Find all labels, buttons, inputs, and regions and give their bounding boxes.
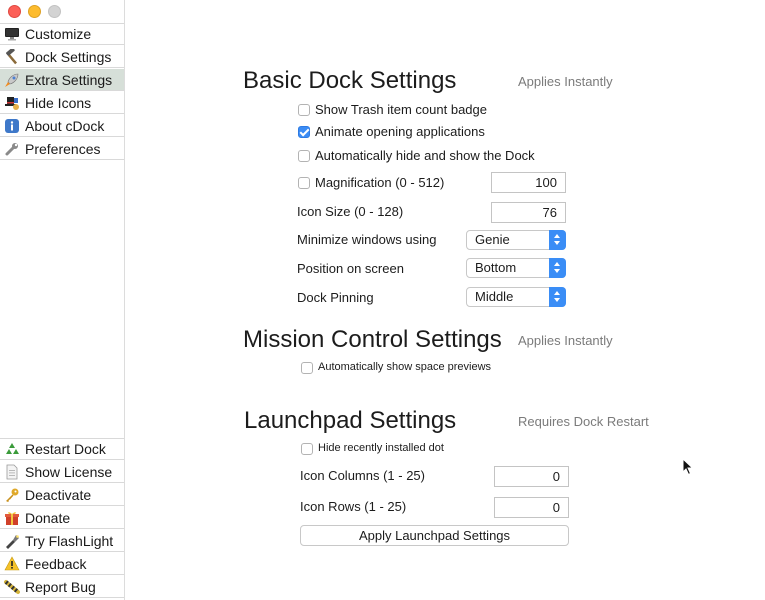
magician-icon xyxy=(4,95,20,111)
sidebar-item-label: Feedback xyxy=(25,555,87,572)
mission-settings-title: Mission Control Settings xyxy=(243,326,502,353)
sidebar-item-customize[interactable]: Customize xyxy=(0,23,124,45)
sidebar-item-feedback[interactable]: Feedback xyxy=(0,553,124,575)
minimize-effect-select[interactable]: Genie xyxy=(466,230,566,250)
gift-icon xyxy=(4,510,20,526)
pinning-select[interactable]: Middle xyxy=(466,287,566,307)
bug-icon xyxy=(4,579,20,595)
mission-settings-note: Applies Instantly xyxy=(518,333,613,348)
pinning-label: Dock Pinning xyxy=(297,290,374,305)
close-window-button[interactable] xyxy=(8,5,21,18)
info-icon xyxy=(4,118,20,134)
hide-installed-dot-label: Hide recently installed dot xyxy=(318,442,444,454)
wrench-icon xyxy=(4,141,20,157)
flashlight-icon xyxy=(4,533,20,549)
sidebar-item-about-cdock[interactable]: About cDock xyxy=(0,115,124,137)
sidebar-item-try-flashlight[interactable]: Try FlashLight xyxy=(0,530,124,552)
sidebar-item-show-license[interactable]: Show License xyxy=(0,461,124,483)
sidebar-item-label: Deactivate xyxy=(25,486,92,503)
sidebar-item-hide-icons[interactable]: Hide Icons xyxy=(0,92,124,114)
position-value: Bottom xyxy=(475,260,517,275)
sidebar-item-preferences[interactable]: Preferences xyxy=(0,138,124,160)
apply-launchpad-button[interactable]: Apply Launchpad Settings xyxy=(300,525,569,546)
space-previews-label: Automatically show space previews xyxy=(318,361,492,373)
magnification-field[interactable]: 100 xyxy=(491,172,566,193)
animate-apps-checkbox[interactable] xyxy=(298,126,310,138)
sidebar-item-dock-settings[interactable]: Dock Settings xyxy=(0,46,124,68)
launchpad-settings-note: Requires Dock Restart xyxy=(518,414,649,429)
position-select[interactable]: Bottom xyxy=(466,258,566,278)
icon-size-field[interactable]: 76 xyxy=(491,202,566,223)
rocket-icon xyxy=(4,72,20,88)
sidebar: Customize Dock Settings Extra Settings H… xyxy=(0,0,125,600)
sidebar-item-label: Preferences xyxy=(25,140,101,157)
launchpad-settings-title: Launchpad Settings xyxy=(244,407,457,434)
sidebar-item-label: About cDock xyxy=(25,117,105,134)
monitor-icon xyxy=(4,26,20,42)
sidebar-item-restart-dock[interactable]: Restart Dock xyxy=(0,438,124,460)
warning-icon xyxy=(4,555,20,572)
sidebar-item-donate[interactable]: Donate xyxy=(0,507,124,529)
show-trash-checkbox[interactable] xyxy=(298,104,310,116)
sidebar-item-deactivate[interactable]: Deactivate xyxy=(0,484,124,506)
sidebar-item-label: Extra Settings xyxy=(25,71,113,88)
minimize-effect-value: Genie xyxy=(475,232,510,247)
recycle-icon xyxy=(4,441,20,457)
minimize-label: Minimize windows using xyxy=(297,232,437,247)
hammer-icon xyxy=(4,48,20,65)
sidebar-item-label: Report Bug xyxy=(25,578,96,595)
animate-apps-label: Animate opening applications xyxy=(315,124,485,139)
document-icon xyxy=(4,464,20,480)
magnification-label: Magnification (0 - 512) xyxy=(315,175,445,190)
basic-settings-note: Applies Instantly xyxy=(518,74,613,89)
icon-size-label: Icon Size (0 - 128) xyxy=(297,204,404,219)
chevron-updown-icon xyxy=(549,258,566,278)
icon-rows-label: Icon Rows (1 - 25) xyxy=(300,499,407,514)
sidebar-item-label: Hide Icons xyxy=(25,94,92,111)
zoom-window-button[interactable] xyxy=(48,5,61,18)
space-previews-checkbox[interactable] xyxy=(301,362,313,374)
pinning-value: Middle xyxy=(475,289,514,304)
minimize-window-button[interactable] xyxy=(28,5,41,18)
magnification-checkbox[interactable] xyxy=(298,177,310,189)
sidebar-item-label: Donate xyxy=(25,509,71,526)
sidebar-item-label: Dock Settings xyxy=(25,48,112,65)
chevron-updown-icon xyxy=(549,287,566,307)
icon-rows-field[interactable]: 0 xyxy=(494,497,569,518)
sidebar-item-extra-settings[interactable]: Extra Settings xyxy=(0,69,124,91)
sidebar-item-label: Try FlashLight xyxy=(25,532,114,549)
hide-installed-dot-checkbox[interactable] xyxy=(301,443,313,455)
sidebar-item-report-bug[interactable]: Report Bug xyxy=(0,576,124,598)
sidebar-item-label: Show License xyxy=(25,463,113,480)
key-icon xyxy=(4,487,20,503)
basic-settings-title: Basic Dock Settings xyxy=(243,67,457,94)
position-label: Position on screen xyxy=(297,261,404,276)
autohide-dock-checkbox[interactable] xyxy=(298,150,310,162)
cdock-window: Customize Dock Settings Extra Settings H… xyxy=(0,0,765,600)
show-trash-label: Show Trash item count badge xyxy=(315,102,487,117)
icon-columns-label: Icon Columns (1 - 25) xyxy=(300,468,425,483)
sidebar-item-label: Restart Dock xyxy=(25,441,106,457)
chevron-updown-icon xyxy=(549,230,566,250)
icon-columns-field[interactable]: 0 xyxy=(494,466,569,487)
sidebar-item-label: Customize xyxy=(25,26,92,42)
autohide-dock-label: Automatically hide and show the Dock xyxy=(315,148,535,163)
